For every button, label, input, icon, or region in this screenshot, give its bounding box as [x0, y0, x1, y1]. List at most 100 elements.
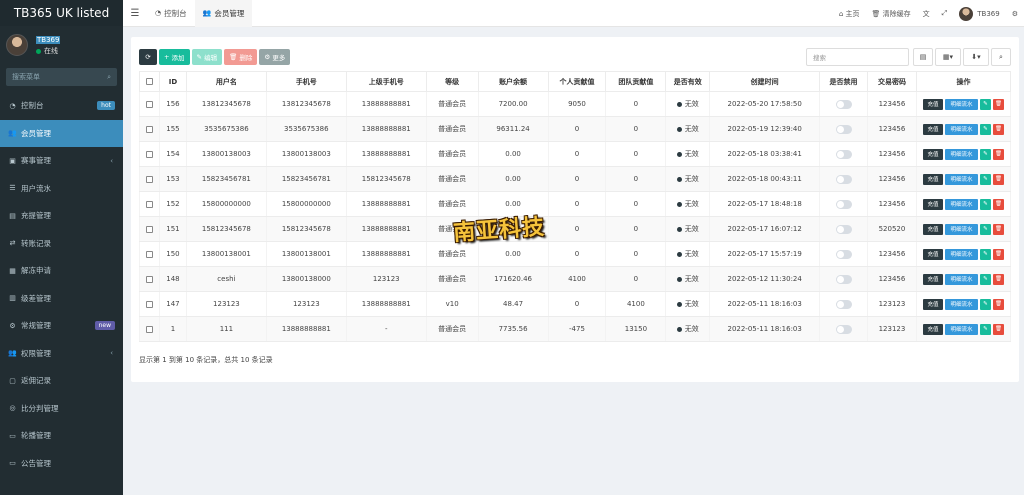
delete-row-button[interactable]: 🗑: [992, 173, 1004, 185]
column-header[interactable]: 手机号: [265, 71, 347, 92]
edit-row-button[interactable]: ✎: [979, 223, 991, 235]
flow-detail-button[interactable]: 明细流水: [944, 173, 978, 185]
disable-toggle[interactable]: [835, 224, 852, 234]
sidebar-item[interactable]: 👥 会员管理: [0, 119, 123, 147]
home-link[interactable]: ⌂ 主页: [833, 9, 866, 19]
column-header[interactable]: 交易密码: [867, 71, 917, 92]
disable-toggle[interactable]: [835, 99, 852, 109]
delete-row-button[interactable]: 🗑: [992, 98, 1004, 110]
charge-button[interactable]: 充值: [922, 273, 943, 285]
delete-row-button[interactable]: 🗑: [992, 148, 1004, 160]
delete-row-button[interactable]: 🗑: [992, 298, 1004, 310]
sidebar-item[interactable]: ▢ 返佣记录: [0, 367, 123, 395]
row-checkbox[interactable]: [145, 250, 153, 258]
search-icon[interactable]: ⌕: [991, 48, 1011, 66]
disable-toggle[interactable]: [835, 249, 852, 259]
column-header[interactable]: 是否有效: [665, 71, 711, 92]
export-dropdown-icon[interactable]: ⬇▾: [963, 48, 989, 66]
menu-search-input[interactable]: 搜索菜单 ⌕: [6, 68, 117, 86]
flow-detail-button[interactable]: 明细流水: [944, 198, 978, 210]
table-row[interactable]: 155 3535675386 3535675386 13888888881 普通会员 96…: [139, 116, 1012, 142]
delete-row-button[interactable]: 🗑: [992, 273, 1004, 285]
sidebar-item[interactable]: ▦ 解冻申请: [0, 257, 123, 285]
edit-row-button[interactable]: ✎: [979, 123, 991, 135]
table-row[interactable]: 1 111 13888888881- 普通会员 7735.56 -475 13150 无效 20…: [139, 316, 1012, 342]
column-header[interactable]: ID: [158, 71, 187, 92]
sidebar-item[interactable]: ▣ 赛事管理 ‹: [0, 147, 123, 175]
table-row[interactable]: 152 15800000000 15800000000 13888888881 普通会员…: [139, 191, 1012, 217]
sidebar-item[interactable]: ▭ 公告管理: [0, 450, 123, 478]
flow-detail-button[interactable]: 明细流水: [944, 273, 978, 285]
column-header[interactable]: 账户余额: [477, 71, 549, 92]
sidebar-item[interactable]: ◔ 控制台 hot: [0, 92, 123, 120]
delete-row-button[interactable]: 🗑: [992, 123, 1004, 135]
fullscreen-icon[interactable]: ⤢: [936, 9, 954, 18]
brand-title[interactable]: TB365 UK listed: [0, 0, 123, 26]
edit-row-button[interactable]: ✎: [979, 248, 991, 260]
charge-button[interactable]: 充值: [922, 298, 943, 310]
sidebar-item[interactable]: ☰ 用户流水: [0, 175, 123, 203]
row-checkbox[interactable]: [145, 275, 153, 283]
tab-member-management[interactable]: 👥 会员管理: [194, 0, 253, 27]
row-checkbox[interactable]: [145, 175, 153, 183]
sidebar-item[interactable]: 👥 权限管理 ‹: [0, 340, 123, 368]
settings-gear-icon[interactable]: ⚙: [1006, 10, 1024, 18]
flow-detail-button[interactable]: 明细流水: [944, 298, 978, 310]
edit-button[interactable]: ✎ 编辑: [191, 49, 223, 65]
row-checkbox[interactable]: [145, 100, 153, 108]
disable-toggle[interactable]: [835, 324, 852, 334]
refresh-button[interactable]: ⟳: [139, 49, 157, 65]
charge-button[interactable]: 充值: [922, 323, 943, 335]
disable-toggle[interactable]: [835, 199, 852, 209]
row-checkbox[interactable]: [145, 150, 153, 158]
flow-detail-button[interactable]: 明细流水: [944, 223, 978, 235]
toggle-view-icon[interactable]: ▤: [913, 48, 933, 66]
table-row[interactable]: 153 15823456781 15823456781 15812345678 普通会员…: [139, 166, 1012, 192]
sidebar-item[interactable]: ◎ 比分判管理: [0, 395, 123, 423]
column-header[interactable]: 是否禁用: [819, 71, 868, 92]
flow-detail-button[interactable]: 明细流水: [944, 148, 978, 160]
column-header[interactable]: 用户名: [185, 71, 267, 92]
disable-toggle[interactable]: [835, 124, 852, 134]
disable-toggle[interactable]: [835, 299, 852, 309]
flow-detail-button[interactable]: 明细流水: [944, 323, 978, 335]
sidebar-item[interactable]: ▭ 轮播管理: [0, 422, 123, 450]
row-checkbox[interactable]: [145, 325, 153, 333]
edit-row-button[interactable]: ✎: [979, 298, 991, 310]
table-row[interactable]: 156 13812345678 13812345678 13888888881 普通会员…: [139, 91, 1012, 117]
column-header[interactable]: 等级: [425, 71, 479, 92]
menu-toggle-icon[interactable]: ☰: [123, 8, 147, 19]
charge-button[interactable]: 充值: [922, 98, 943, 110]
charge-button[interactable]: 充值: [922, 123, 943, 135]
charge-button[interactable]: 充值: [922, 223, 943, 235]
charge-button[interactable]: 充值: [922, 198, 943, 210]
flow-detail-button[interactable]: 明细流水: [944, 248, 978, 260]
delete-row-button[interactable]: 🗑: [992, 323, 1004, 335]
charge-button[interactable]: 充值: [922, 148, 943, 160]
select-all-checkbox[interactable]: [139, 71, 160, 92]
edit-row-button[interactable]: ✎: [979, 323, 991, 335]
row-checkbox[interactable]: [145, 200, 153, 208]
flow-detail-button[interactable]: 明细流水: [944, 123, 978, 135]
sidebar-item[interactable]: ⇄ 转账记录: [0, 230, 123, 258]
charge-button[interactable]: 充值: [922, 248, 943, 260]
edit-row-button[interactable]: ✎: [979, 148, 991, 160]
column-header[interactable]: 上级手机号: [345, 71, 427, 92]
column-header[interactable]: 创建时间: [709, 71, 821, 92]
column-header[interactable]: 操作: [915, 71, 1012, 92]
edit-row-button[interactable]: ✎: [979, 273, 991, 285]
row-checkbox[interactable]: [145, 125, 153, 133]
checkbox[interactable]: [145, 78, 153, 85]
delete-row-button[interactable]: 🗑: [992, 198, 1004, 210]
disable-toggle[interactable]: [835, 274, 852, 284]
row-checkbox[interactable]: [145, 300, 153, 308]
table-search-input[interactable]: 搜索: [806, 48, 909, 66]
delete-button[interactable]: 🗑 删除: [224, 49, 258, 65]
column-header[interactable]: 团队贡献值: [605, 71, 667, 92]
delete-row-button[interactable]: 🗑: [992, 223, 1004, 235]
table-row[interactable]: 150 13800138001 13800138001 13888888881 普通会员…: [139, 241, 1012, 267]
edit-row-button[interactable]: ✎: [979, 198, 991, 210]
flow-detail-button[interactable]: 明细流水: [944, 98, 978, 110]
delete-row-button[interactable]: 🗑: [992, 248, 1004, 260]
table-row[interactable]: 151 15812345678 15812345678 13888888881 普通会员…: [139, 216, 1012, 242]
